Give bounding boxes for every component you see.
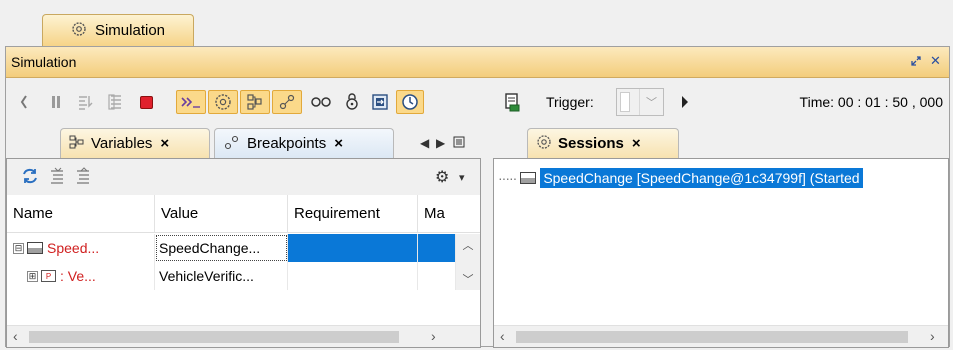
terminate-icon[interactable] xyxy=(134,90,158,114)
variables-icon xyxy=(69,134,85,154)
close-icon[interactable]: × xyxy=(334,135,343,152)
variable-requirement[interactable] xyxy=(288,262,418,290)
close-icon[interactable]: × xyxy=(160,135,169,152)
refresh-icon[interactable] xyxy=(21,167,39,190)
table-row[interactable]: ⊟ Speed... SpeedChange... xyxy=(7,234,480,262)
step-back-icon[interactable] xyxy=(12,90,36,114)
simulation-icon xyxy=(71,21,87,41)
sessions-icon xyxy=(536,134,552,154)
close-icon[interactable]: ✕ xyxy=(930,53,941,69)
session-label: SpeedChange [SpeedChange@1c34799f] (Star… xyxy=(540,168,863,188)
variables-table-header: Name Value Requirement Ma xyxy=(7,195,480,233)
part-icon: P xyxy=(41,270,56,282)
variable-ma[interactable] xyxy=(418,262,456,290)
simulation-toolbar: Trigger: ﹀ Time: 00 : 01 : 50 , 000 xyxy=(6,78,949,124)
column-header-ma[interactable]: Ma xyxy=(418,195,456,232)
restore-icon[interactable] xyxy=(910,55,922,70)
lock-icon[interactable] xyxy=(340,90,364,114)
expand-all-icon[interactable] xyxy=(49,167,67,190)
collapse-icon[interactable]: ⊟ xyxy=(13,242,24,254)
tab-scroll-left-icon[interactable]: ◀ xyxy=(420,136,429,150)
scrollbar-thumb[interactable] xyxy=(516,331,908,343)
tab-sessions-label: Sessions xyxy=(558,135,624,152)
trigger-label: Trigger: xyxy=(546,94,594,110)
gear-icon[interactable]: ⚙ xyxy=(435,167,449,187)
left-tab-row: Variables × Breakpoints × ◀ ▶ xyxy=(6,124,484,158)
chevron-down-icon: ﹀ xyxy=(639,89,663,115)
simulation-time: Time: 00 : 01 : 50 , 000 xyxy=(799,94,943,110)
scroll-right-icon[interactable]: › xyxy=(930,328,935,344)
block-icon xyxy=(27,242,43,254)
top-tab-strip: Simulation xyxy=(0,0,953,46)
list-item[interactable]: ····· SpeedChange [SpeedChange@1c34799f]… xyxy=(498,167,863,189)
animation-icon[interactable] xyxy=(208,90,238,114)
variable-requirement[interactable] xyxy=(288,234,418,262)
scroll-up-icon[interactable]: ︿ xyxy=(463,237,474,253)
play-icon[interactable] xyxy=(678,90,692,114)
tab-breakpoints[interactable]: Breakpoints × xyxy=(214,128,394,158)
tab-variables[interactable]: Variables × xyxy=(60,128,210,158)
scroll-left-icon[interactable]: ‹ xyxy=(13,328,18,344)
tree-connector: ····· xyxy=(498,170,517,186)
table-row[interactable]: ⊞ P : Ve... VehicleVerific... xyxy=(7,262,480,290)
block-icon xyxy=(520,172,537,184)
horizontal-scrollbar[interactable]: ‹ › xyxy=(494,325,948,347)
scrollbar-thumb[interactable] xyxy=(29,331,399,343)
scroll-left-icon[interactable]: ‹ xyxy=(500,328,505,344)
variable-name: : Ve... xyxy=(60,268,96,284)
timer-icon[interactable] xyxy=(396,90,424,114)
block-icon[interactable] xyxy=(240,90,270,114)
variable-ma[interactable] xyxy=(418,234,456,262)
tab-simulation-label: Simulation xyxy=(94,22,166,39)
variables-panel: ⚙ ▾ Name Value Requirement Ma ⊟ Speed...… xyxy=(6,158,481,348)
chevron-down-icon[interactable]: ▾ xyxy=(459,171,465,184)
step-over-icon[interactable] xyxy=(104,90,128,114)
tab-sessions[interactable]: Sessions × xyxy=(527,128,679,158)
variable-name: Speed... xyxy=(47,240,100,256)
scroll-down-icon[interactable]: ﹀ xyxy=(463,271,474,287)
tab-variables-label: Variables xyxy=(91,135,153,152)
vertical-scrollbar[interactable]: ︿ ﹀ xyxy=(456,234,480,290)
scroll-right-icon[interactable]: › xyxy=(431,328,436,344)
export-icon[interactable] xyxy=(368,90,392,114)
step-into-icon[interactable] xyxy=(74,90,98,114)
expand-icon[interactable]: ⊞ xyxy=(27,270,38,282)
port-icon[interactable] xyxy=(272,90,302,114)
close-icon[interactable]: × xyxy=(632,135,641,152)
tab-breakpoints-label: Breakpoints xyxy=(247,135,327,152)
breakpoints-icon xyxy=(223,134,241,154)
pause-icon[interactable] xyxy=(44,90,68,114)
simulation-window: Simulation ✕ Trigger: ﹀ Time: 00: 01: … xyxy=(5,46,950,348)
horizontal-scrollbar[interactable]: ‹ › xyxy=(7,325,480,347)
variable-value[interactable]: SpeedChange... xyxy=(155,234,288,262)
tab-simulation[interactable]: Simulation xyxy=(42,14,194,46)
tab-list-icon[interactable] xyxy=(453,136,465,151)
console-icon[interactable] xyxy=(176,90,206,114)
column-header-name[interactable]: Name xyxy=(7,195,155,232)
right-tab-row: Sessions × xyxy=(493,124,949,158)
variables-toolbar: ⚙ ▾ xyxy=(7,159,480,195)
infinite-icon[interactable] xyxy=(306,90,336,114)
column-header-value[interactable]: Value xyxy=(155,195,288,232)
collapse-all-icon[interactable] xyxy=(75,167,93,190)
variable-value[interactable]: VehicleVerific... xyxy=(155,262,288,290)
window-title: Simulation xyxy=(11,54,77,70)
trigger-dropdown[interactable]: ﹀ xyxy=(616,88,664,116)
trigger-icon[interactable] xyxy=(500,90,524,114)
column-header-requirement[interactable]: Requirement xyxy=(288,195,418,232)
title-bar: Simulation ✕ xyxy=(6,47,949,78)
tab-scroll-right-icon[interactable]: ▶ xyxy=(436,136,445,150)
sessions-panel: ····· SpeedChange [SpeedChange@1c34799f]… xyxy=(493,158,949,348)
